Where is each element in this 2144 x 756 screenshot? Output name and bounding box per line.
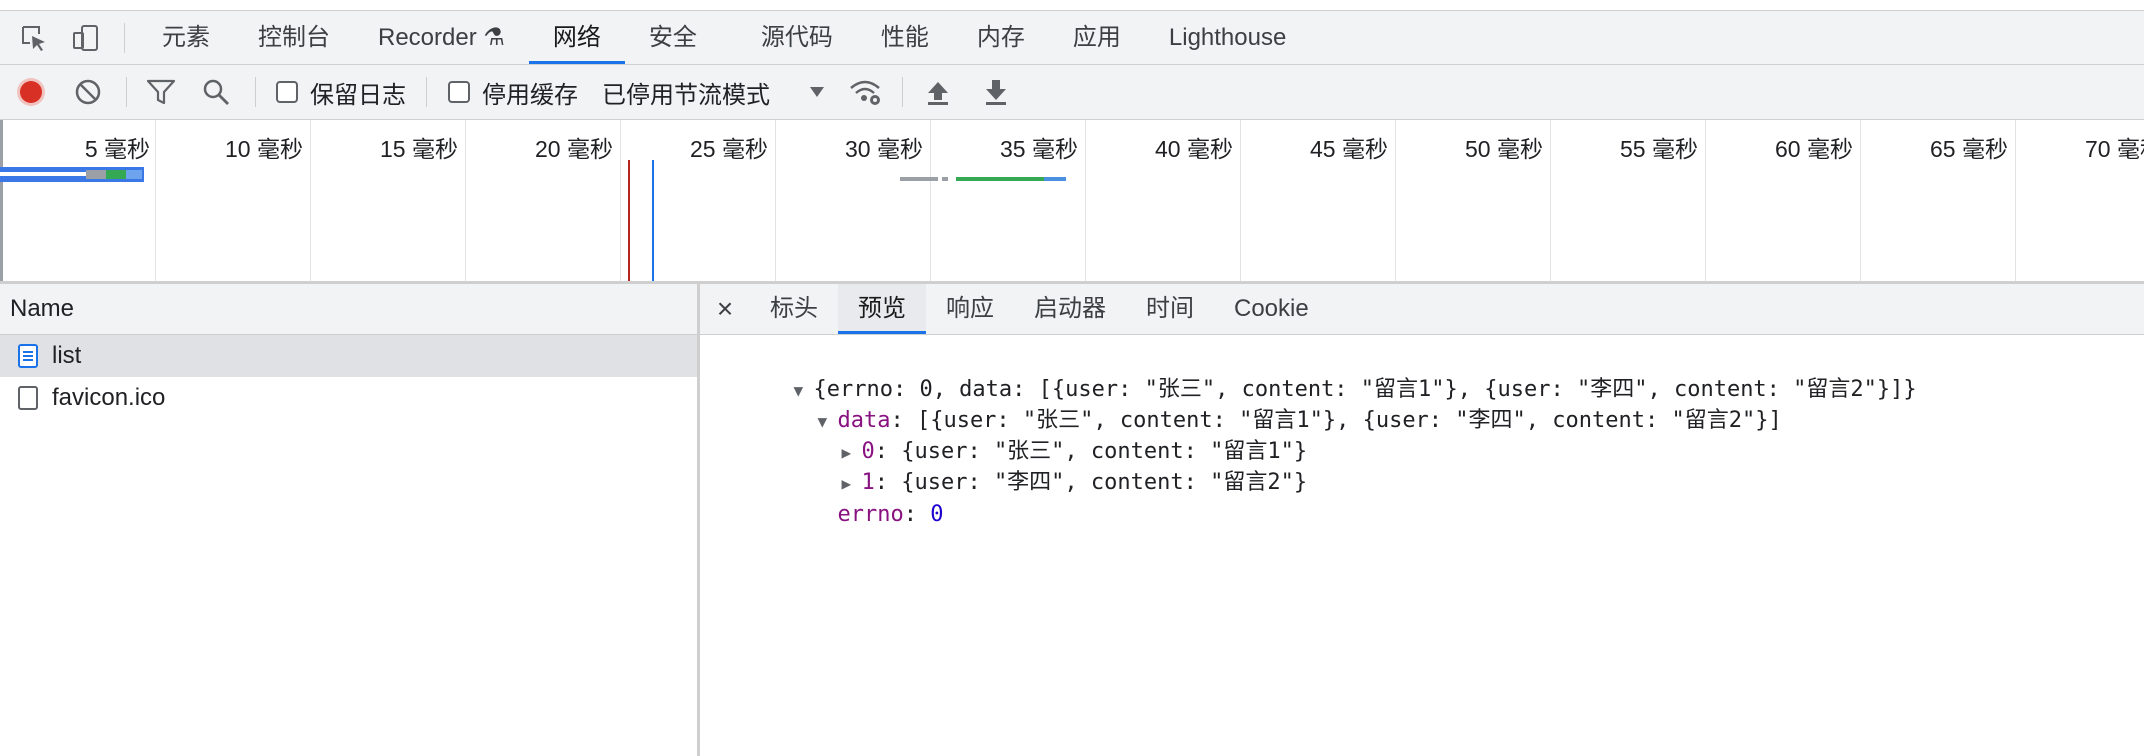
timeline-tick: 25 毫秒 xyxy=(690,136,768,162)
tab-initiator[interactable]: 启动器 xyxy=(1014,284,1126,334)
toolbar-divider xyxy=(902,77,903,107)
record-icon xyxy=(17,78,45,106)
chevron-down-icon xyxy=(810,87,824,97)
toolbar-divider xyxy=(126,77,127,107)
json-item-node[interactable]: ▶ 1: {user: "李四", content: "留言2"} xyxy=(762,438,1307,495)
json-data-node[interactable]: ▼ data: [{user: "张三", content: "留言1"}, {u… xyxy=(738,376,1781,433)
json-separator: : xyxy=(903,502,931,527)
inspect-element-icon[interactable] xyxy=(18,22,50,54)
document-icon xyxy=(18,344,38,368)
search-button[interactable] xyxy=(202,65,230,119)
request-name: favicon.ico xyxy=(52,384,166,411)
dom-content-loaded-marker xyxy=(652,160,654,281)
json-key: errno xyxy=(837,502,904,527)
toolbar-divider xyxy=(426,77,427,107)
json-errno-node: errno: 0 xyxy=(758,470,943,527)
timeline-tick: 50 毫秒 xyxy=(1465,136,1543,162)
network-conditions-button[interactable] xyxy=(848,65,882,119)
timeline-tick: 15 毫秒 xyxy=(380,136,458,162)
request-details-panel: × 标头 预览 响应 启动器 时间 Cookie ▼ {errno: 0, dat… xyxy=(700,284,2144,756)
device-toolbar-icon[interactable] xyxy=(70,22,102,54)
tabbar-divider xyxy=(124,23,125,53)
timeline-tick: 5 毫秒 xyxy=(84,136,150,162)
tab-application[interactable]: 应用 xyxy=(1049,11,1145,64)
timeline-tick: 40 毫秒 xyxy=(1155,136,1233,162)
preserve-log-label: 保留日志 xyxy=(310,81,406,109)
window-top-strip xyxy=(0,0,2144,11)
tab-security[interactable]: 安全 xyxy=(625,11,737,64)
request-row[interactable]: list xyxy=(0,335,697,377)
timeline-tick: 65 毫秒 xyxy=(1930,136,2008,162)
requests-panel: Name list favicon.ico xyxy=(0,284,700,756)
timeline-tick: 30 毫秒 xyxy=(845,136,923,162)
clear-button[interactable] xyxy=(74,65,102,119)
tab-console[interactable]: 控制台 xyxy=(234,11,354,64)
json-number-value: 0 xyxy=(930,502,944,527)
tab-timing[interactable]: 时间 xyxy=(1126,284,1214,334)
json-item-node[interactable]: ▶ 0: {user: "张三", content: "留言1"} xyxy=(762,407,1307,464)
tab-cookies[interactable]: Cookie xyxy=(1214,284,1329,334)
tab-headers[interactable]: 标头 xyxy=(750,284,838,334)
tab-performance[interactable]: 性能 xyxy=(857,11,953,64)
preserve-log-box[interactable] xyxy=(276,81,298,103)
overview-bar-favicon xyxy=(900,177,938,181)
tab-memory[interactable]: 内存 xyxy=(953,11,1049,64)
disable-cache-checkbox[interactable]: 停用缓存 xyxy=(448,65,578,119)
export-har-button[interactable] xyxy=(982,65,1010,119)
filter-icon xyxy=(146,79,176,105)
throttling-value: 已停用节流模式 xyxy=(602,81,770,109)
record-button[interactable] xyxy=(16,65,46,119)
load-event-marker xyxy=(628,160,630,281)
tab-preview[interactable]: 预览 xyxy=(838,284,926,334)
timeline-tick: 35 毫秒 xyxy=(1000,136,1078,162)
tab-recorder[interactable]: Recorder ⚗ xyxy=(354,11,529,64)
disable-cache-box[interactable] xyxy=(448,81,470,103)
network-overview[interactable]: 5 毫秒 10 毫秒 15 毫秒 20 毫秒 25 毫秒 30 毫秒 35 毫秒… xyxy=(0,120,2144,284)
name-column-header[interactable]: Name xyxy=(0,284,697,335)
panel-tabs: 元素 控制台 Recorder ⚗ 网络 安全 源代码 性能 内存 应用 Lig… xyxy=(138,11,1310,64)
devtools-tab-bar: 元素 控制台 Recorder ⚗ 网络 安全 源代码 性能 内存 应用 Lig… xyxy=(0,11,2144,65)
tab-response[interactable]: 响应 xyxy=(926,284,1014,334)
details-tabs: × 标头 预览 响应 启动器 时间 Cookie xyxy=(700,284,2144,335)
preserve-log-checkbox[interactable]: 保留日志 xyxy=(276,65,406,119)
timeline-tick: 45 毫秒 xyxy=(1310,136,1388,162)
filter-button[interactable] xyxy=(146,65,176,119)
json-root-node[interactable]: ▼ {errno: 0, data: [{user: "张三", content:… xyxy=(714,345,1916,402)
disable-cache-label: 停用缓存 xyxy=(482,81,578,109)
timeline-tick: 70 毫秒 xyxy=(2085,136,2144,162)
tab-elements[interactable]: 元素 xyxy=(138,11,234,64)
close-icon[interactable]: × xyxy=(700,284,750,334)
tab-lighthouse[interactable]: Lighthouse xyxy=(1145,11,1310,64)
search-icon xyxy=(203,79,229,105)
clear-icon xyxy=(75,79,101,105)
overview-bar-list xyxy=(0,167,144,182)
timeline-tick: 10 毫秒 xyxy=(225,136,303,162)
throttling-select[interactable]: 已停用节流模式 xyxy=(602,65,826,119)
wifi-settings-icon xyxy=(850,80,880,105)
tab-sources[interactable]: 源代码 xyxy=(737,11,857,64)
file-icon xyxy=(18,386,38,410)
network-toolbar: 保留日志 停用缓存 已停用节流模式 xyxy=(0,65,2144,120)
download-icon xyxy=(986,80,1006,105)
toolbar-divider xyxy=(255,77,256,107)
tab-network[interactable]: 网络 xyxy=(528,11,625,64)
import-har-button[interactable] xyxy=(924,65,952,119)
timeline-tick: 55 毫秒 xyxy=(1620,136,1698,162)
upload-icon xyxy=(928,82,948,105)
request-row[interactable]: favicon.ico xyxy=(0,377,697,419)
request-name: list xyxy=(52,342,82,369)
timeline-tick: 20 毫秒 xyxy=(535,136,613,162)
timeline-tick: 60 毫秒 xyxy=(1775,136,1853,162)
